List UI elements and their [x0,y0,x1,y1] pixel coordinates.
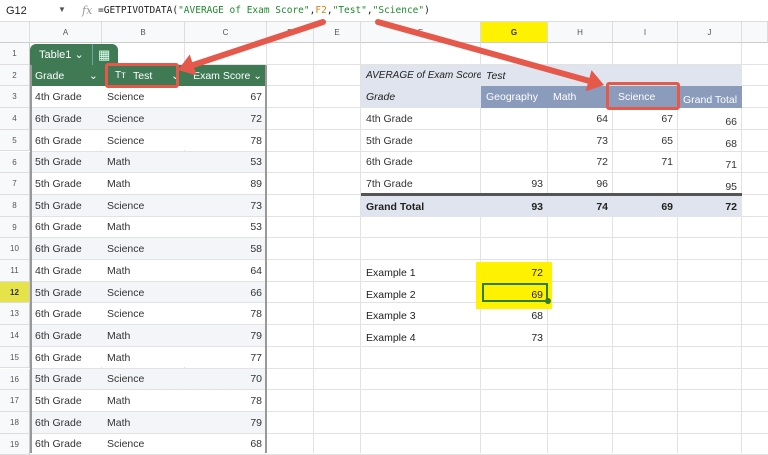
column-header-C[interactable]: C [185,22,267,43]
pivot-value[interactable]: 93 [481,173,548,195]
science-header-highlight-box [606,82,680,111]
row-header-10[interactable]: 10 [0,238,30,260]
pivot-row-label[interactable]: 7th Grade [361,173,481,195]
pivot-value[interactable]: 67 [613,108,678,130]
formula-bar: G12 ▼ fx =GETPIVOTDATA("AVERAGE of Exam … [0,0,768,22]
name-box-dropdown-icon[interactable]: ▼ [58,5,66,14]
formula-token: =GETPIVOTDATA( [98,5,179,16]
pivot-column-field: Test [486,69,506,82]
row-header-12[interactable]: 12 [0,281,30,304]
pivot-value[interactable]: 64 [548,108,613,130]
pivot-row-label[interactable]: 5th Grade [361,130,481,152]
row-header-13[interactable]: 13 [0,303,30,326]
formula-token: ) [424,5,430,16]
row-header-9[interactable]: 9 [0,216,30,239]
pivot-grand-total-value[interactable]: 69 [613,196,678,218]
example-label[interactable]: Example 4 [361,327,481,349]
row-header-16[interactable]: 16 [0,368,30,391]
row-header-5[interactable]: 5 [0,129,30,152]
name-box[interactable]: G12 [6,5,27,17]
example-value[interactable]: 72 [481,262,548,284]
pivot-value[interactable]: 66 [678,111,742,133]
pivot-col-header[interactable]: Grand Total [678,89,742,111]
row-header-17[interactable]: 17 [0,390,30,412]
pivot-value[interactable] [613,173,678,195]
pivot-value[interactable]: 71 [613,152,678,174]
row-header-19[interactable]: 19 [0,433,30,455]
column-header-F[interactable]: F [361,22,481,43]
row-header-14[interactable]: 14 [0,325,30,347]
formula-token: "AVERAGE of Exam Score" [178,5,310,16]
table-border [30,64,267,453]
row-header-11[interactable]: 11 [0,260,30,282]
formula-input[interactable]: =GETPIVOTDATA("AVERAGE of Exam Score",F2… [98,5,430,16]
row-header-15[interactable]: 15 [0,346,30,369]
example-value[interactable]: 68 [481,305,548,327]
example-label[interactable]: Example 2 [361,284,481,306]
pivot-value[interactable]: 65 [613,130,678,152]
pivot-row-label[interactable]: 4th Grade [361,108,481,130]
gridline-v [313,43,314,453]
row-header-2[interactable]: 2 [0,64,30,87]
example-label[interactable]: Example 1 [361,262,481,284]
pivot-row-label[interactable]: 6th Grade [361,152,481,174]
row-header-6[interactable]: 6 [0,151,30,174]
row-header-8[interactable]: 8 [0,194,30,217]
pivot-value[interactable] [481,108,548,130]
column-header-D[interactable]: D [267,22,314,43]
fx-icon: fx [82,4,93,17]
row-header-1[interactable]: 1 [0,43,30,65]
table-name[interactable]: Table1 ⌄ [34,44,94,66]
formula-token: "Test" [332,5,367,16]
corner-cell [0,22,30,43]
test-header-highlight-box [105,62,179,89]
column-header-A[interactable]: A [30,22,102,43]
column-header-G[interactable]: G [481,22,548,43]
pivot-value[interactable]: 72 [548,152,613,174]
pivot-value[interactable]: 68 [678,133,742,155]
pivot-value[interactable]: 73 [548,130,613,152]
row-header-3[interactable]: 3 [0,86,30,109]
column-header-J[interactable]: J [678,22,742,43]
pivot-value[interactable] [481,130,548,152]
pivot-grand-total-label[interactable]: Grand Total [361,196,481,218]
row-header-18[interactable]: 18 [0,411,30,434]
column-header-B[interactable]: B [102,22,185,43]
pivot-grand-total-value[interactable]: 74 [548,196,613,218]
pivot-col-header[interactable]: Math [548,86,613,108]
example-value[interactable]: 73 [481,327,548,349]
column-header-I[interactable]: I [613,22,678,43]
pivot-col-header[interactable]: Geography [481,86,548,108]
example-label[interactable]: Example 3 [361,305,481,327]
formula-token: "Science" [372,5,425,16]
pivot-value-label: AVERAGE of Exam Score [366,70,481,82]
column-header-blank [742,22,768,43]
pivot-grand-total-value[interactable]: 72 [678,196,742,218]
column-header-H[interactable]: H [548,22,613,43]
example-value[interactable]: 69 [481,284,548,306]
pivot-row-field: Grade [361,86,481,109]
pivot-value[interactable]: 71 [678,155,742,177]
pivot-value[interactable]: 96 [548,173,613,195]
formula-token: F2 [315,5,327,16]
pivot-value[interactable] [481,152,548,174]
row-header-7[interactable]: 7 [0,173,30,195]
row-header-4[interactable]: 4 [0,108,30,130]
pivot-grand-total-value[interactable]: 93 [481,196,548,218]
column-header-E[interactable]: E [314,22,361,43]
